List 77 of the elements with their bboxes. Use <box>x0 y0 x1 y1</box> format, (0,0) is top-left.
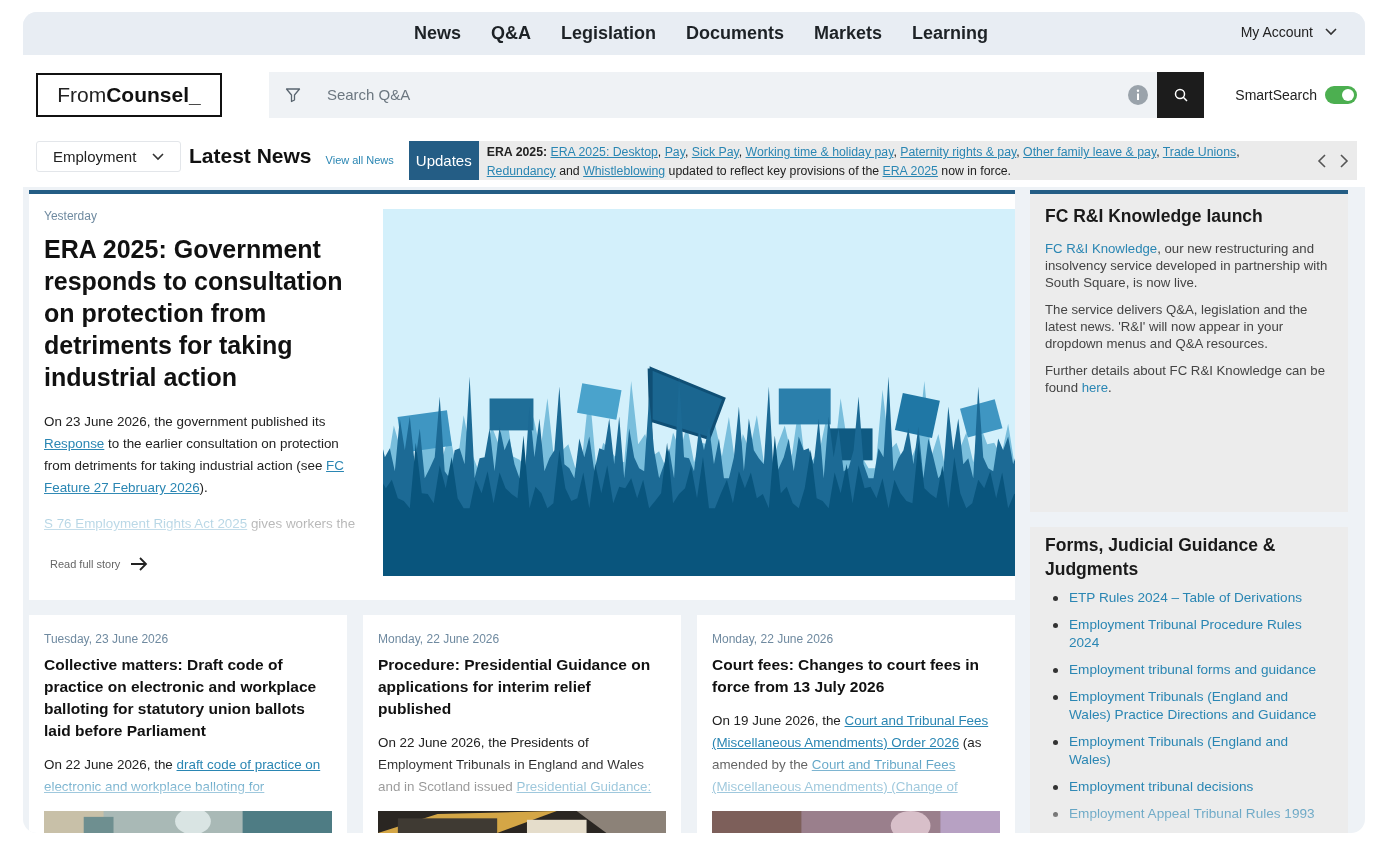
link[interactable]: electronic and workplace balloting for <box>44 779 265 794</box>
link[interactable]: Presidential Guidance: <box>516 779 652 794</box>
resource-link[interactable]: ETP Rules 2024 – Table of Derivations <box>1069 589 1302 607</box>
info-icon[interactable] <box>1128 84 1149 105</box>
link[interactable]: Whistleblowing <box>583 164 666 178</box>
previous-icon[interactable] <box>1317 153 1327 168</box>
story-paragraph: On 23 June 2026, the government published its Response to the earlier consultation on protection from detriments for taking industrial action (see FC Feature 27 February 2026). <box>44 413 345 497</box>
resource-link[interactable]: Employment Tribunal Procedure Rules 2024 <box>1069 616 1332 652</box>
view-all-link[interactable]: View all News <box>325 154 394 166</box>
link[interactable]: draft code of practice on <box>176 757 321 772</box>
link[interactable]: Response <box>44 436 105 451</box>
link[interactable]: here <box>1081 380 1109 395</box>
story-date: Monday, 22 June 2026 <box>712 632 835 646</box>
story-headline[interactable]: Procedure: Presidential Guidance on applications for interim relief published <box>378 654 666 720</box>
resource-link[interactable]: Employment Appeal Tribunal Rules 1993 <box>1069 805 1315 823</box>
link[interactable]: ERA 2025: Desktop <box>550 145 658 159</box>
link[interactable]: Pay <box>664 145 685 159</box>
panel-title: Forms, Judicial Guidance & Judgments <box>1045 534 1277 581</box>
story-date: Yesterday <box>44 209 98 223</box>
updates-label: Updates <box>408 141 479 180</box>
bullet-icon <box>1053 785 1058 790</box>
story-date: Monday, 22 June 2026 <box>378 632 501 646</box>
link[interactable]: Sick Pay <box>691 145 739 159</box>
smartsearch-label: SmartSearch <box>1235 86 1317 103</box>
resource-link[interactable]: Employment tribunal forms and guidance <box>1069 661 1317 679</box>
bullet-icon <box>1053 596 1058 601</box>
nav-link[interactable]: Legislation <box>560 23 656 44</box>
resource-link[interactable]: Employment Tribunals (England and Wales) <box>1069 733 1332 769</box>
bullet-icon <box>1053 740 1058 745</box>
panel-paragraph: The service delivers Q&A, legislation and the latest news. 'R&I' will now appear in your dropdown menus and Q&A resources. <box>1045 301 1309 352</box>
bullet-icon <box>1053 623 1058 628</box>
section-title: Latest News <box>189 144 312 168</box>
story-excerpt: On 22 June 2026, the Presidents of Employment Tribunals in England and Wales and in Scotland issued Presidential Guidance: <box>378 734 653 796</box>
resource-link[interactable]: Employment tribunal decisions <box>1069 778 1254 796</box>
nav-link[interactable]: Learning <box>912 23 989 44</box>
next-icon[interactable] <box>1339 153 1349 168</box>
panel-paragraph: Further details about FC R&I Knowledge can be found here. <box>1045 362 1327 396</box>
search-field[interactable]: Search Q&A <box>268 71 1205 118</box>
panel-title: FC R&I Knowledge launch <box>1045 205 1264 228</box>
link[interactable]: ERA 2025 <box>882 164 938 178</box>
bullet-icon <box>1053 668 1058 673</box>
story-headline[interactable]: ERA 2025: Government responds to consultation on protection from detriments for taking industrial action <box>44 233 366 393</box>
practice-area-dropdown[interactable]: Employment <box>36 141 181 172</box>
search-button[interactable] <box>1157 71 1205 118</box>
link[interactable]: FC <box>326 458 344 473</box>
bullet-icon <box>1053 695 1058 700</box>
story-excerpt: On 22 June 2026, the draft code of practice on electronic and workplace balloting for <box>44 756 322 796</box>
link[interactable]: Feature 27 February 2026 <box>44 480 200 495</box>
nav-link[interactable]: News <box>413 23 461 44</box>
read-more-link[interactable]: Read full story <box>50 557 366 571</box>
search-input[interactable]: Search Q&A <box>324 85 1129 104</box>
link[interactable]: FC R&I Knowledge <box>1045 241 1158 256</box>
panel-paragraph: FC R&I Knowledge, our new restructuring and insolvency service developed in partnership with South Square, is now live. <box>1045 240 1329 291</box>
story-date: Tuesday, 23 June 2026 <box>44 632 170 646</box>
link[interactable]: Court and Tribunal Fees <box>811 757 956 772</box>
account-menu[interactable]: My Account <box>1234 23 1343 41</box>
story-paragraph: S 76 Employment Rights Act 2025 gives workers the <box>44 515 357 533</box>
nav-link[interactable]: Markets <box>814 23 883 44</box>
chevron-down-icon <box>1325 28 1337 36</box>
link[interactable]: (Miscellaneous Amendments) (Change of <box>712 779 958 794</box>
story-headline[interactable]: Court fees: Changes to court fees in force from 13 July 2026 <box>712 654 1000 698</box>
chevron-down-icon <box>152 152 164 161</box>
bullet-icon <box>1053 812 1058 817</box>
link[interactable]: (Miscellaneous Amendments) Order 2026 <box>712 735 960 750</box>
story-excerpt: On 19 June 2026, the Court and Tribunal Fees (Miscellaneous Amendments) Order 2026 (as amended by the Court and Tribunal Fees (Miscellaneous Amendments) (Change of <box>712 712 990 796</box>
story-headline[interactable]: Collective matters: Draft code of practice on electronic and workplace balloting for statutory union ballots laid before Parliament <box>44 654 332 742</box>
resource-link[interactable]: Employment Tribunals (England and Wales) Practice Directions and Guidance <box>1069 688 1332 724</box>
ticker-text: ERA 2025: ERA 2025: Desktop, Pay, Sick Pay, Working time & holiday pay, Paternity rights & pay, Other family leave & pay, Trade Unions, Redundancy and Whistleblowing updated to reflect key provisions of the ERA 2025 now in force. <box>485 144 1241 180</box>
link[interactable]: Redundancy <box>486 164 556 178</box>
nav-link[interactable]: Documents <box>686 23 784 44</box>
logo[interactable]: FromCounsel_ <box>36 72 222 117</box>
toggle-switch[interactable] <box>1325 85 1357 104</box>
search-icon <box>1173 87 1188 102</box>
link[interactable]: Court and Tribunal Fees <box>844 713 989 728</box>
arrow-right-icon <box>130 557 149 571</box>
filter-icon[interactable] <box>284 86 301 103</box>
nav-link[interactable]: Q&A <box>490 23 531 44</box>
